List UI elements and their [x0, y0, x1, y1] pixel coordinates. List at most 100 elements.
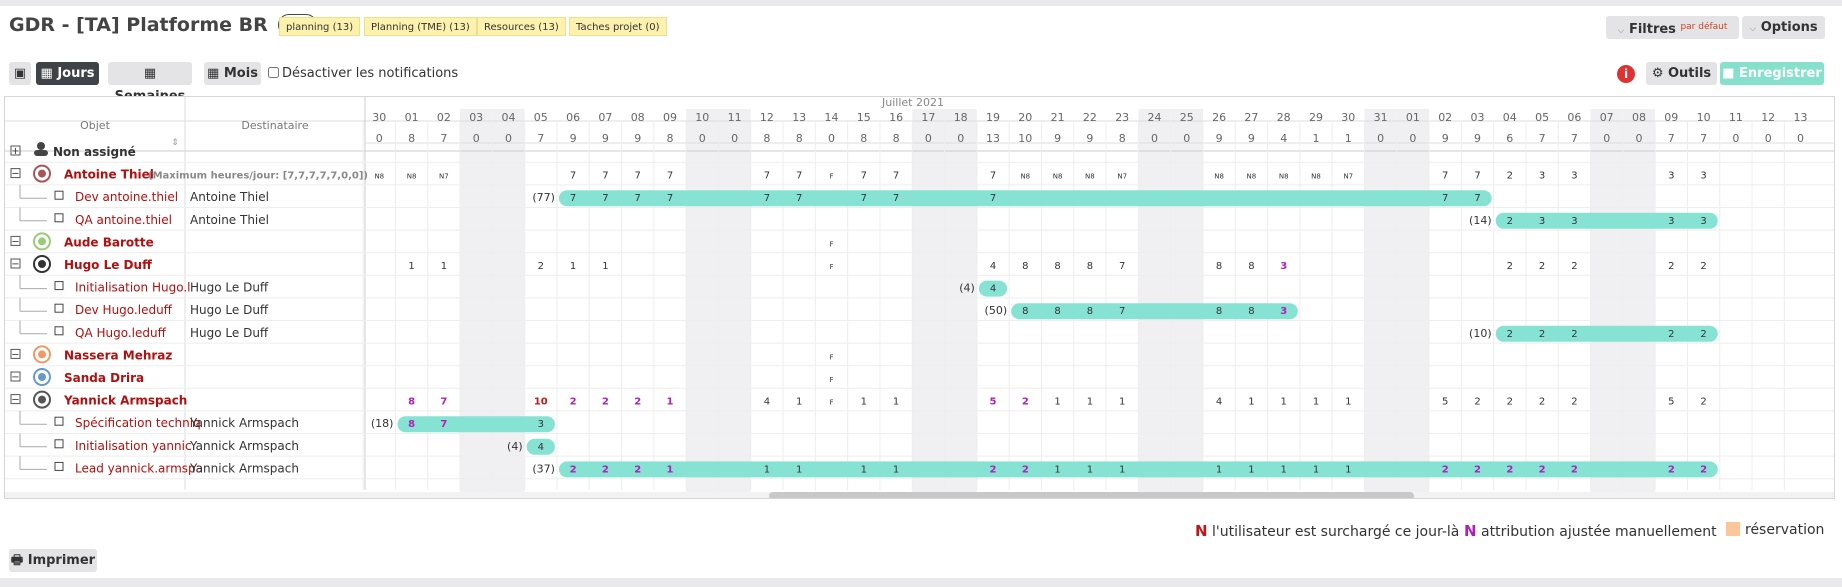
task-total: (37) — [532, 462, 555, 475]
task-icon — [54, 326, 64, 336]
notifications-checkbox[interactable] — [268, 67, 279, 78]
task-destinataire: Hugo Le Duff — [190, 303, 269, 317]
options-button[interactable]: ⌵ Options — [1742, 16, 1825, 39]
enregistrer-button[interactable]: ■ Enregistrer — [1720, 62, 1824, 85]
calendar-icon: ▦ — [143, 66, 157, 81]
tag-planning-tme[interactable]: Planning (TME) (13) — [364, 17, 477, 36]
weekend-column — [460, 109, 493, 502]
calendar-today-button[interactable]: ▣ — [9, 62, 31, 85]
cell-hours: 2 — [1539, 261, 1545, 272]
day-number: 08 — [1632, 111, 1646, 124]
day-total: 0 — [1797, 132, 1804, 145]
day-number: 05 — [534, 111, 548, 124]
task-icon — [54, 213, 64, 223]
day-number: 09 — [1664, 111, 1678, 124]
cell-hours: 7 — [1119, 306, 1125, 317]
cell-hours: 7 — [570, 171, 576, 182]
cell-hours: 2 — [634, 464, 641, 475]
tag-taches-projet[interactable]: Taches projet (0) — [569, 17, 667, 36]
day-number: 24 — [1148, 111, 1162, 124]
avatar — [38, 260, 46, 268]
day-total: 0 — [1636, 132, 1643, 145]
task-label: Spécification techniq — [75, 416, 201, 430]
cell-hours: 7 — [990, 193, 996, 204]
cell-hours: 1 — [570, 261, 576, 272]
day-number: 12 — [1761, 111, 1775, 124]
cell-hours: F — [829, 263, 833, 271]
cell-hours: 2 — [1571, 329, 1577, 340]
day-number: 27 — [1244, 111, 1258, 124]
outils-button[interactable]: ⚙ Outils — [1646, 62, 1717, 85]
print-button[interactable]: 🖶 Imprimer — [9, 549, 97, 572]
info-icon[interactable]: i — [1617, 65, 1635, 83]
day-number: 04 — [1503, 111, 1517, 124]
day-number: 06 — [566, 111, 580, 124]
day-total: 1 — [1345, 132, 1352, 145]
day-number: 03 — [469, 111, 483, 124]
day-total: 13 — [986, 132, 1000, 145]
cell-hours: N7 — [1117, 173, 1127, 181]
day-total: 9 — [1442, 132, 1449, 145]
task-label: Lead yannick.armspa — [75, 461, 203, 475]
expand-toggle-sign: − — [11, 349, 19, 360]
expand-toggle-sign: + — [11, 146, 19, 157]
cell-hours: 2 — [1507, 261, 1513, 272]
view-mois-button[interactable]: ▦ Mois — [204, 62, 261, 85]
avatar — [38, 395, 46, 404]
cell-hours: 7 — [764, 193, 770, 204]
cell-hours: 1 — [796, 464, 802, 475]
cell-hours: 7 — [667, 171, 673, 182]
cell-hours: N8 — [1247, 173, 1257, 181]
day-number: 05 — [1535, 111, 1549, 124]
day-number: 09 — [663, 111, 677, 124]
day-number: 04 — [502, 111, 516, 124]
scrollbar-thumb[interactable] — [769, 492, 1414, 500]
cell-hours: 7 — [861, 193, 867, 204]
day-number: 11 — [728, 111, 742, 124]
day-number: 29 — [1309, 111, 1323, 124]
cell-hours: F — [829, 240, 833, 248]
filters-button[interactable]: ⌵ Filtres par défaut — [1606, 16, 1739, 39]
cell-hours: 2 — [1700, 464, 1707, 475]
cell-hours: 2 — [1700, 329, 1706, 340]
cell-hours: 1 — [1281, 397, 1287, 408]
user-label: Nassera Mehraz — [64, 348, 172, 362]
day-total: 0 — [957, 132, 964, 145]
cell-hours: F — [829, 376, 833, 384]
cell-hours: 1 — [1281, 464, 1287, 475]
cell-hours: 2 — [1668, 261, 1674, 272]
legend-overload-marker: N — [1195, 522, 1208, 540]
legend-manual-text: attribution ajustée manuellement — [1481, 524, 1717, 540]
user-icon — [37, 142, 45, 150]
view-jours-button[interactable]: ▦ Jours — [36, 62, 99, 85]
task-total: (77) — [532, 191, 555, 204]
task-icon — [54, 439, 64, 449]
cell-hours: 8 — [1054, 261, 1060, 272]
cell-hours: 1 — [796, 397, 802, 408]
day-total: 0 — [1409, 132, 1416, 145]
weekend-column — [1590, 109, 1623, 502]
legend-manual: N attribution ajustée manuellement — [1464, 522, 1717, 540]
day-number: 02 — [1438, 111, 1452, 124]
filters-default: par défaut — [1680, 22, 1728, 32]
day-number: 13 — [1794, 111, 1808, 124]
task-total: (4) — [507, 440, 523, 453]
cell-hours: N7 — [439, 173, 449, 181]
cell-hours: 3 — [1280, 261, 1287, 272]
view-semaines-button[interactable]: ▦ Semaines — [108, 62, 192, 104]
tag-planning[interactable]: planning (13) — [279, 17, 361, 36]
outils-label: Outils — [1668, 66, 1712, 81]
cell-hours: 1 — [1248, 464, 1254, 475]
cell-hours: 2 — [1507, 216, 1513, 227]
notifications-toggle[interactable]: Désactiver les notifications — [268, 66, 458, 81]
cell-hours: 4 — [1216, 397, 1222, 408]
cell-hours: 2 — [570, 397, 577, 408]
cell-hours: N8 — [407, 173, 417, 181]
day-number: 26 — [1212, 111, 1226, 124]
tag-resources[interactable]: Resources (13) — [477, 17, 566, 36]
task-destinataire: Yannick Armspach — [189, 461, 299, 475]
cell-hours: 1 — [1248, 397, 1254, 408]
calendar-icon: ▣ — [13, 66, 27, 81]
cell-hours: 3 — [1700, 171, 1706, 182]
expand-toggle-sign: − — [11, 372, 19, 383]
